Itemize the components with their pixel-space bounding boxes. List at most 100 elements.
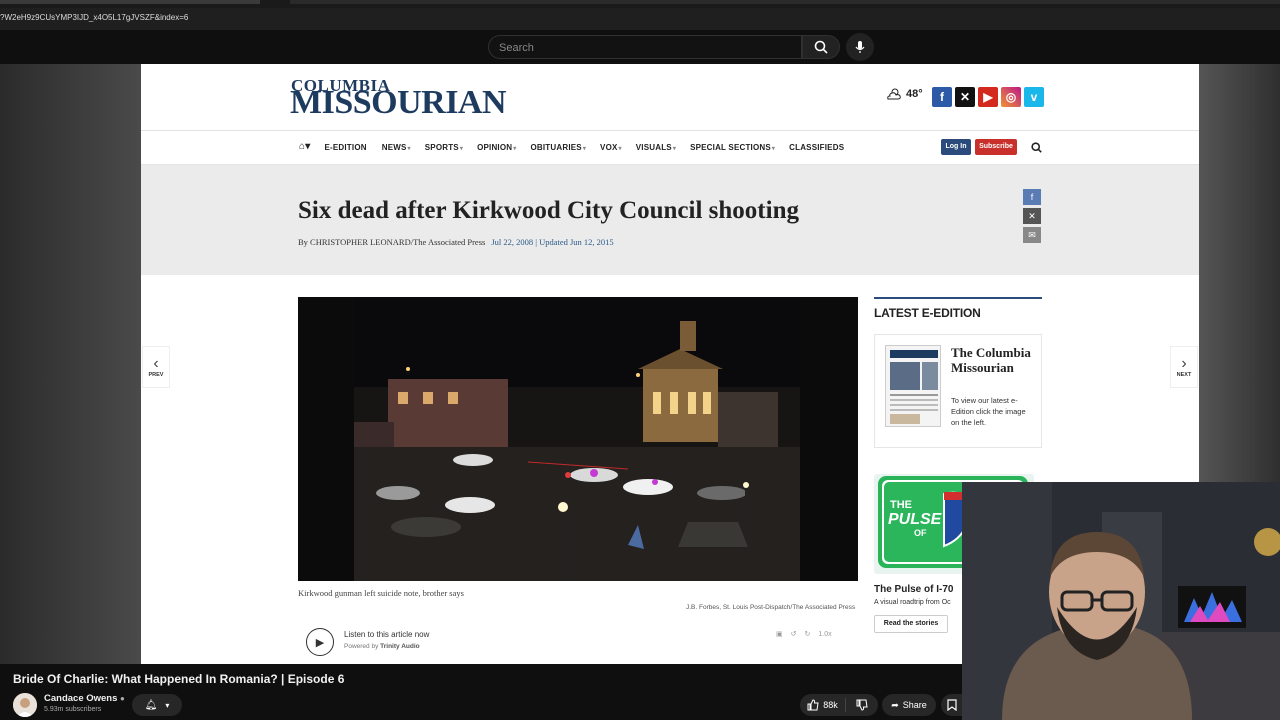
audio-player: ▶ Listen to this article now Powered by … — [298, 624, 858, 664]
x-icon[interactable]: ✕ — [955, 87, 975, 107]
share-button[interactable]: ➦ Share — [882, 694, 936, 716]
audio-play-button[interactable]: ▶ — [306, 628, 334, 656]
read-stories-button[interactable]: Read the stories — [874, 615, 948, 633]
newspaper-icon — [890, 350, 938, 424]
microphone-icon — [855, 41, 865, 53]
subscribe-button[interactable]: Subscribe — [975, 139, 1017, 155]
thumbs-down-icon — [856, 699, 868, 711]
article-header: Six dead after Kirkwood City Council sho… — [141, 165, 1199, 275]
sidebar-rule — [874, 297, 1042, 299]
share-arrow-icon: ➦ — [891, 699, 899, 710]
nav-opinion[interactable]: OPINION — [477, 143, 516, 152]
home-icon[interactable]: ⌂▾ — [299, 141, 310, 152]
author[interactable]: By CHRISTOPHER LEONARD/The Associated Pr… — [298, 237, 485, 247]
browser-tab[interactable] — [0, 0, 260, 4]
photo-credit: J.B. Forbes, St. Louis Post-Dispatch/The… — [686, 604, 856, 611]
speed-control[interactable]: 1.0x — [818, 631, 831, 638]
like-count: 88k — [823, 700, 838, 710]
chevron-down-icon: ▾ — [165, 700, 170, 710]
sidebar: LATEST E-EDITION The Columbia Missourian — [874, 297, 1042, 448]
like-button[interactable]: 88k — [800, 698, 846, 712]
sidebar-heading: LATEST E-EDITION — [874, 306, 981, 320]
pulse-badge-line1: THE — [890, 499, 912, 511]
chevron-right-icon: › — [1181, 355, 1187, 372]
search-input[interactable]: Search — [488, 35, 802, 59]
forward-icon[interactable]: ↻ — [805, 630, 811, 638]
pulse-title[interactable]: The Pulse of I-70 — [874, 584, 953, 595]
photo-caption: Kirkwood gunman left suicide note, broth… — [298, 588, 464, 598]
pulse-subtitle: A visual roadtrip from Oc — [874, 599, 951, 606]
nav-obituaries[interactable]: OBITUARIES — [530, 143, 586, 152]
facebook-icon[interactable]: f — [932, 87, 952, 107]
search-button[interactable] — [802, 35, 840, 59]
bookmark-icon — [946, 699, 957, 711]
pulse-badge-line3: OF — [914, 528, 927, 538]
nav-e-edition[interactable]: E-EDITION — [324, 143, 367, 152]
thumbs-up-icon — [807, 699, 819, 711]
channel-name[interactable]: Candace Owens ● — [44, 693, 125, 704]
channel-avatar[interactable] — [13, 693, 37, 717]
nav-vox[interactable]: VOX — [600, 143, 622, 152]
share-facebook-icon[interactable]: f — [1023, 189, 1041, 205]
nav-special-sections[interactable]: SPECIAL SECTIONS — [690, 143, 775, 152]
voice-search-button[interactable] — [846, 33, 874, 61]
share-x-icon[interactable]: ✕ — [1023, 208, 1041, 224]
webcam-person-image — [962, 482, 1280, 720]
subscriber-count: 5.93m subscribers — [44, 706, 102, 713]
next-article-button[interactable]: › NEXT — [1170, 346, 1198, 388]
weather-widget[interactable]: 48° — [886, 88, 923, 100]
night-scene-image — [298, 297, 858, 581]
nav-sports[interactable]: SPORTS — [425, 143, 463, 152]
browser-url[interactable]: ?W2eH9z9CUsYMP3IJD_x4O5L17gJVSZF&index=6 — [0, 8, 1280, 30]
e-edition-card[interactable]: The Columbia Missourian To view our late… — [874, 334, 1042, 448]
verified-icon: ● — [120, 694, 125, 703]
translate-icon[interactable]: ▣ — [776, 630, 783, 638]
dislike-button[interactable] — [846, 699, 878, 711]
share-label: Share — [902, 700, 927, 710]
partly-cloudy-icon — [887, 88, 901, 100]
save-button[interactable] — [941, 694, 962, 716]
share-email-icon[interactable]: ✉ — [1023, 227, 1041, 243]
youtube-icon[interactable]: ▶ — [978, 87, 998, 107]
browser-background-left — [0, 64, 141, 664]
video-title: Bride Of Charlie: What Happened In Roman… — [13, 672, 345, 686]
video-info-bar: Bride Of Charlie: What Happened In Roman… — [0, 664, 962, 720]
e-edition-description: To view our latest e-Edition click the i… — [951, 396, 1026, 427]
notification-bell-button[interactable]: 🔔︎ ▾ — [132, 694, 182, 716]
e-edition-thumbnail[interactable] — [885, 345, 941, 427]
browser-tab-strip — [0, 0, 1280, 8]
play-icon: ▶ — [315, 636, 325, 649]
search-icon — [814, 40, 828, 54]
share-buttons: f ✕ ✉ — [1023, 189, 1041, 243]
nav-classifieds[interactable]: CLASSIFIEDS — [789, 143, 845, 152]
logo-main-text[interactable]: MISSOURIAN — [290, 84, 507, 122]
audio-controls: ▣ ↺ ↻ 1.0x — [776, 630, 832, 639]
avatar-image — [13, 693, 37, 717]
browser-background-right — [1199, 64, 1280, 484]
nav-visuals[interactable]: VISUALS — [636, 143, 676, 152]
login-button[interactable]: Log In — [941, 139, 971, 155]
audio-powered-by: Powered by Trinity Audio — [344, 643, 420, 650]
site-search-button[interactable] — [1031, 140, 1042, 158]
prev-article-button[interactable]: ‹ PREV — [142, 346, 170, 388]
social-links: f ✕ ▶ ◎ v — [932, 87, 1044, 107]
powered-by-name[interactable]: Trinity Audio — [380, 643, 419, 650]
instagram-icon[interactable]: ◎ — [1001, 87, 1021, 107]
chevron-left-icon: ‹ — [153, 355, 159, 372]
rewind-icon[interactable]: ↺ — [791, 630, 797, 638]
webcam-overlay — [962, 482, 1280, 720]
article-byline: By CHRISTOPHER LEONARD/The Associated Pr… — [298, 237, 614, 247]
search-icon — [1031, 142, 1042, 153]
prev-label: PREV — [148, 372, 164, 378]
e-edition-title[interactable]: The Columbia Missourian — [951, 345, 1031, 375]
bell-icon: 🔔︎ — [144, 699, 158, 711]
masthead: COLUMBIA MISSOURIAN 48° f ✕ ▶ ◎ v — [141, 64, 1199, 131]
site-navigation: ⌂▾ E-EDITION NEWS SPORTS OPINION OBITUAR… — [141, 131, 1199, 165]
vimeo-icon[interactable]: v — [1024, 87, 1044, 107]
temperature: 48° — [906, 88, 923, 100]
channel-name-text: Candace Owens — [44, 693, 118, 704]
pulse-badge-line2: PULSE — [888, 511, 943, 528]
nav-news[interactable]: NEWS — [382, 143, 411, 152]
article-photo[interactable] — [298, 297, 858, 581]
youtube-top-bar: Search — [0, 30, 1280, 64]
